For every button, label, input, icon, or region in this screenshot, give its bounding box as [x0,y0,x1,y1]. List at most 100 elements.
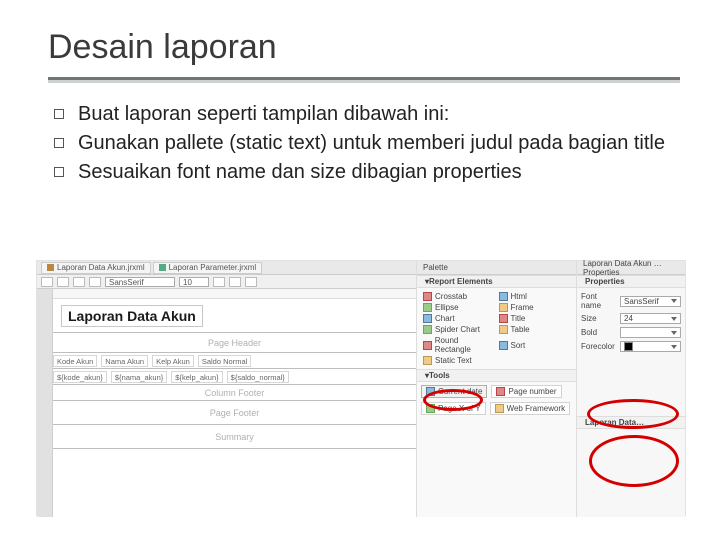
title-icon [499,314,508,323]
palette-item-html[interactable]: Html [497,291,573,302]
prop-size: Size 24 [581,313,681,324]
palette-label: Chart [435,314,455,323]
tool-label: Web Framework [507,404,566,413]
palette-item-roundrect[interactable]: Round Rectangle [421,335,497,355]
bullet-list: Buat laporan seperti tampilan dibawah in… [48,101,680,186]
font-combo[interactable]: SansSerif [105,277,175,287]
font-size-combo[interactable]: 24 [620,313,681,324]
band-column-footer[interactable]: Column Footer [53,385,416,401]
tool-button[interactable] [57,277,69,287]
prop-font-name: Font name SansSerif [581,292,681,310]
underline-button[interactable] [245,277,257,287]
tab-file-1[interactable]: Laporan Data Akun.jrxml [41,262,151,274]
annotation-circle [587,399,679,429]
palette-label: Spider Chart [435,325,480,334]
band-column-header[interactable]: Column Header Kode Akun Nama Akun Kelp A… [53,353,416,369]
report-title-static-text[interactable]: Laporan Data Akun [61,305,203,327]
crosstab-icon [423,292,432,301]
zoom-in-icon[interactable] [73,277,85,287]
detail-cell[interactable]: ${saldo_normal} [227,371,289,383]
tool-page-number[interactable]: Page number [491,385,561,398]
section-label: Tools [429,371,450,380]
bold-combo[interactable] [620,327,681,338]
prop-label: Bold [581,328,617,337]
tool-label: Page number [508,387,556,396]
chart-icon [423,314,432,323]
palette-item-chart[interactable]: Chart [421,313,497,324]
bullet-text: Buat laporan seperti tampilan dibawah in… [78,101,449,128]
band-gutter [37,289,53,517]
palette-item-crosstab[interactable]: Crosstab [421,291,497,302]
report-designer: Laporan Data Akun.jrxml Laporan Paramete… [37,261,417,517]
header-cell[interactable]: Saldo Normal [198,355,251,367]
tab-label: Laporan Parameter.jrxml [169,263,257,272]
section-label: Report Elements [429,277,493,286]
palette-section[interactable]: ▾ Report Elements [417,275,576,288]
screenshot-figure: Laporan Data Akun.jrxml Laporan Paramete… [36,260,686,516]
font-size-combo[interactable]: 10 [179,277,209,287]
header-cell[interactable]: Kelp Akun [152,355,194,367]
color-swatch [624,342,633,351]
detail-cell[interactable]: ${nama_akun} [111,371,167,383]
italic-button[interactable] [229,277,241,287]
frame-icon [499,303,508,312]
combo-value: 24 [624,314,633,323]
detail-cell[interactable]: ${kode_akun} [53,371,107,383]
band-page-footer[interactable]: Page Footer [53,401,416,425]
ellipse-icon [423,303,432,312]
chevron-down-icon [671,299,677,303]
rectangle-icon [423,341,432,350]
palette-item-sort[interactable]: Sort [497,335,573,355]
palette-label: Sort [511,341,526,350]
palette-item-table[interactable]: Table [497,324,573,335]
palette-label: Table [511,325,530,334]
prop-label: Forecolor [581,342,617,351]
prop-bold: Bold [581,327,681,338]
file-icon [47,264,54,271]
band-title[interactable]: Laporan Data Akun [53,299,416,333]
forecolor-picker[interactable] [620,341,681,352]
header-cell[interactable]: Nama Akun [101,355,148,367]
bold-button[interactable] [213,277,225,287]
palette-item-ellipse[interactable]: Ellipse [421,302,497,313]
html-icon [499,292,508,301]
chevron-down-icon [671,317,677,321]
design-canvas[interactable]: Laporan Data Akun Page Header Column Hea… [53,289,416,517]
palette-label: Title [511,314,526,323]
annotation-circle [589,435,679,487]
band-detail[interactable]: ${kode_akun} ${nama_akun} ${kelp_akun} $… [53,369,416,385]
tool-web-framework[interactable]: Web Framework [490,402,571,415]
palette-item-spider[interactable]: Spider Chart [421,324,497,335]
spider-chart-icon [423,325,432,334]
tool-button[interactable] [41,277,53,287]
tools-section[interactable]: ▾ Tools [417,369,576,382]
properties-group[interactable]: Properties [577,275,685,288]
tab-file-2[interactable]: Laporan Parameter.jrxml [153,262,263,274]
editor-tabs: Laporan Data Akun.jrxml Laporan Paramete… [37,261,416,275]
bullet-icon [54,109,64,119]
slide-title: Desain laporan [48,28,680,67]
palette-item-frame[interactable]: Frame [497,302,573,313]
header-cell[interactable]: Kode Akun [53,355,97,367]
properties-body: Font name SansSerif Size 24 Bold Forecol… [577,288,685,356]
formatting-toolbar: SansSerif 10 [37,275,416,289]
font-name-combo[interactable]: SansSerif [620,296,681,307]
tab-label: Laporan Data Akun.jrxml [57,263,145,272]
zoom-out-icon[interactable] [89,277,101,287]
band-summary[interactable]: Summary [53,425,416,449]
ruler [53,289,416,299]
combo-value: SansSerif [109,278,144,287]
title-divider [48,77,680,83]
properties-tab[interactable]: Laporan Data Akun … Properties [577,261,685,275]
sort-icon [499,341,508,350]
web-icon [495,404,504,413]
palette-grid: Crosstab Html Ellipse Frame Chart Title … [417,288,576,369]
detail-cell[interactable]: ${kelp_akun} [171,371,222,383]
prop-label: Font name [581,292,617,310]
combo-value: SansSerif [624,297,659,306]
palette-item-statictext[interactable]: Static Text [421,355,497,366]
palette-label: Ellipse [435,303,459,312]
file-icon [159,264,166,271]
palette-item-title[interactable]: Title [497,313,573,324]
bullet-text: Sesuaikan font name dan size dibagian pr… [78,159,522,186]
